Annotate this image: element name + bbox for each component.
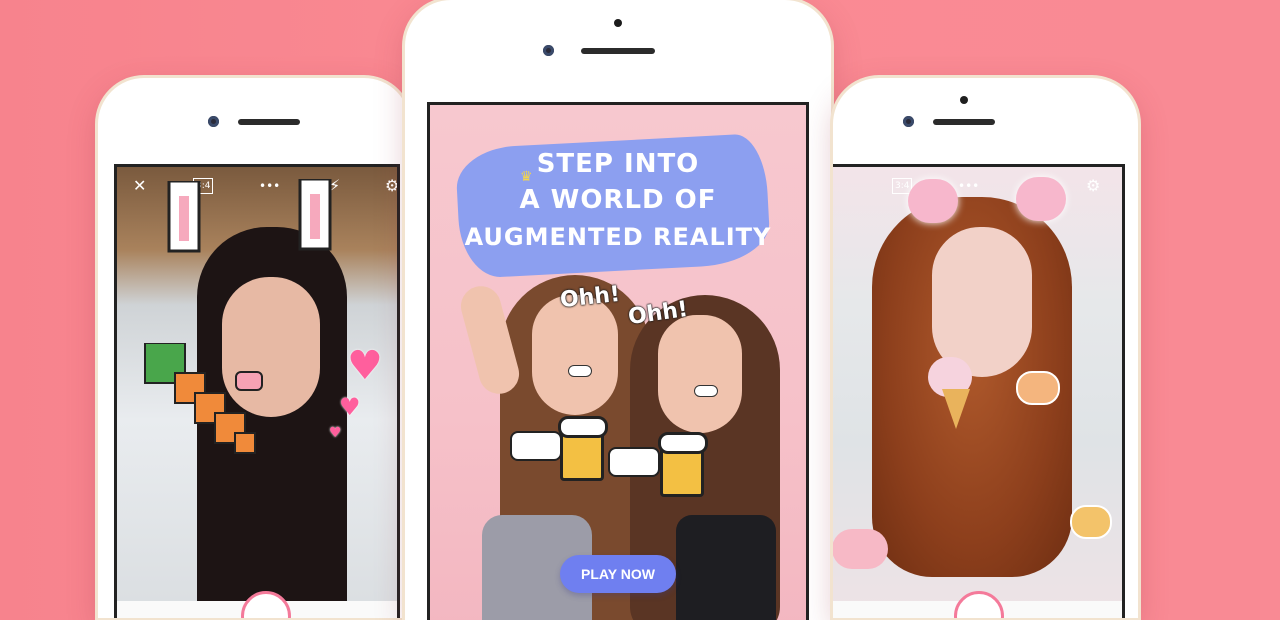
camera-bottom-bar [117,591,397,618]
camera-preview-person-face [932,227,1032,377]
bunny-ear-right-sticker [298,179,332,251]
play-now-button[interactable]: PLAY NOW [560,555,676,593]
fluffy-ear-right-sticker [1016,177,1066,221]
bunny-ear-left-sticker [167,181,201,253]
earpiece-speaker [238,119,300,125]
girl-right-face [658,315,742,433]
settings-icon[interactable]: ⚙ [1086,175,1100,197]
phone-top-sensor [614,19,622,27]
more-options-icon[interactable]: ••• [259,175,280,197]
right-phone-screen: 3:4 ••• ⚡ ⚙ [833,164,1125,618]
headline-line-2: A WORLD OF [519,185,717,215]
girl-left-face [532,295,618,415]
more-options-icon[interactable]: ••• [958,175,979,197]
center-phone-screen: STEP INTO A WORLD OF AUGMENTED REALITY ♛… [427,102,809,620]
macaron-bottom-sticker [833,529,888,569]
front-camera-icon [208,116,219,127]
earpiece-speaker [581,48,655,54]
macaron-small-sticker [1070,505,1112,539]
macaron-sticker [1016,371,1060,405]
cartoon-hand-left-sticker [510,431,562,461]
carrot-sticker [144,343,256,454]
pixel-heart-small-icon: ♥ [329,425,342,441]
left-phone-screen: ✕ 3:4 ••• ⚡ ⚙ ♥ ♥ ♥ [114,164,400,618]
pixel-heart-medium-icon: ♥ [339,393,361,421]
fluffy-ear-left-sticker [908,179,958,223]
cartoon-hand-right-sticker [608,447,660,477]
beer-mug-left-sticker [558,416,608,481]
crown-icon: ♛ [520,169,533,185]
center-phone: STEP INTO A WORLD OF AUGMENTED REALITY ♛… [405,0,831,620]
front-camera-icon [543,45,554,56]
front-camera-icon [903,116,914,127]
left-phone: ✕ 3:4 ••• ⚡ ⚙ ♥ ♥ ♥ [98,78,410,618]
headline-line-3: AUGMENTED REALITY [464,223,772,251]
beer-mug-right-sticker [658,432,708,497]
foam-mustache-right-sticker [694,385,718,397]
camera-top-toolbar: 3:4 ••• ⚡ ⚙ [833,175,1122,197]
girl-right-top [676,515,776,620]
foam-mustache-left-sticker [568,365,592,377]
pixel-heart-large-icon: ♥ [347,343,383,389]
ar-promo-ad: STEP INTO A WORLD OF AUGMENTED REALITY ♛… [430,105,806,620]
right-phone: 3:4 ••• ⚡ ⚙ [833,78,1138,618]
phone-top-sensor [960,96,968,104]
earpiece-speaker [933,119,995,125]
headline-line-1: STEP INTO [536,149,700,179]
settings-icon[interactable]: ⚙ [385,175,397,197]
ice-cream-cone-sticker [942,389,970,429]
close-icon[interactable]: ✕ [133,175,146,197]
camera-bottom-bar [833,591,1122,618]
